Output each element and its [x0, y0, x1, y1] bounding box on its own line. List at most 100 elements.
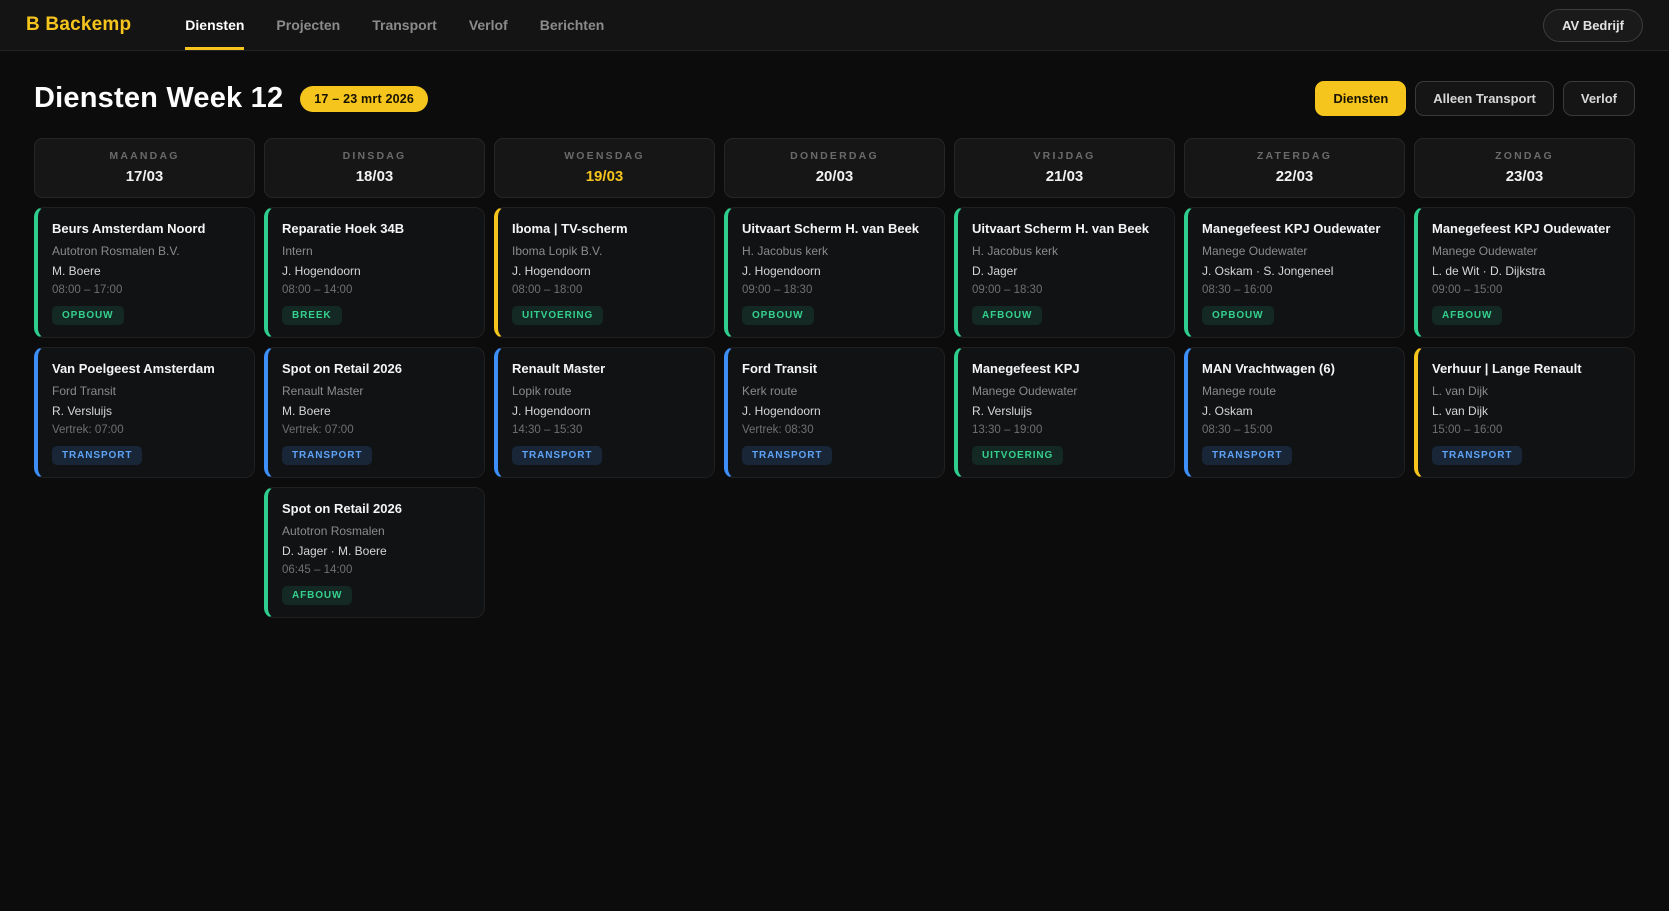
day-header-maandag: MAANDAG 17/03	[34, 138, 255, 198]
day-date-label: 22/03	[1189, 168, 1400, 185]
page-title: Diensten Week 12	[34, 82, 283, 115]
week-grid: MAANDAG 17/03 Beurs Amsterdam Noord Autotro…	[0, 138, 1669, 618]
event-subtitle: Renault Master	[282, 384, 470, 398]
day-header-zaterdag: ZATERDAG 22/03	[1184, 138, 1405, 198]
event-card[interactable]: Spot on Retail 2026 Renault Master M. Boer…	[264, 347, 485, 478]
day-header-donderdag: DONDERDAG 20/03	[724, 138, 945, 198]
day-date-label: 19/03	[499, 168, 710, 185]
event-person: D. Jager	[972, 264, 1160, 278]
event-person: J. Hogendoorn	[512, 264, 700, 278]
day-name-label: ZATERDAG	[1189, 150, 1400, 162]
event-time: 09:00 – 18:30	[742, 284, 930, 296]
event-time: 08:00 – 14:00	[282, 284, 470, 296]
event-title: Beurs Amsterdam Noord	[52, 222, 240, 237]
event-title: Uitvaart Scherm H. van Beek	[972, 222, 1160, 237]
event-person: D. Jager · M. Boere	[282, 544, 470, 558]
day-header-vrijdag: VRIJDAG21/03	[954, 138, 1175, 198]
event-card[interactable]: Iboma | TV-scherm Iboma Lopik B.V. J. Hoge…	[494, 207, 715, 338]
event-time: 08:00 – 18:00	[512, 284, 700, 296]
event-person: M. Boere	[52, 264, 240, 278]
event-card[interactable]: Spot on Retail 2026Autotron RosmalenD. J…	[264, 487, 485, 618]
event-title: Manegefeest KPJ Oudewater	[1202, 222, 1390, 237]
filter-button-verlof[interactable]: Verlof	[1563, 81, 1635, 116]
event-card[interactable]: Manegefeest KPJManege OudewaterR. Verslu…	[954, 347, 1175, 478]
event-card[interactable]: Ford TransitKerk routeJ. HogendoornVertr…	[724, 347, 945, 478]
day-name-label: VRIJDAG	[959, 150, 1170, 162]
event-status-badge: TRANSPORT	[282, 446, 372, 465]
event-status-badge: TRANSPORT	[1432, 446, 1522, 465]
event-person: J. Hogendoorn	[742, 404, 930, 418]
day-name-label: DONDERDAG	[729, 150, 940, 162]
event-card[interactable]: Manegefeest KPJ Oudewater Manege Oudewate…	[1414, 207, 1635, 338]
day-column-zondag: ZONDAG23/03Manegefeest KPJ OudewaterMane…	[1414, 138, 1635, 478]
event-time: 08:30 – 15:00	[1202, 424, 1390, 436]
day-date-label: 23/03	[1419, 168, 1630, 185]
event-person: R. Versluijs	[972, 404, 1160, 418]
day-column-zaterdag: ZATERDAG22/03Manegefeest KPJ OudewaterMa…	[1184, 138, 1405, 478]
event-person: L. van Dijk	[1432, 404, 1620, 418]
day-date-label: 17/03	[39, 168, 250, 185]
filter-button-alleen-transport[interactable]: Alleen Transport	[1415, 81, 1554, 116]
day-name-label: WOENSDAG	[499, 150, 710, 162]
event-time: 09:00 – 18:30	[972, 284, 1160, 296]
event-person: J. Oskam	[1202, 404, 1390, 418]
event-status-badge: BREEK	[282, 306, 342, 325]
event-subtitle: Iboma Lopik B.V.	[512, 244, 700, 258]
brand-logo[interactable]: B Backemp	[26, 14, 131, 36]
event-title: Uitvaart Scherm H. van Beek	[742, 222, 930, 237]
event-card[interactable]: Renault MasterLopik routeJ. Hogendoorn14…	[494, 347, 715, 478]
event-title: Ford Transit	[742, 362, 930, 377]
nav-item-verlof[interactable]: Verlof	[469, 0, 508, 50]
event-card[interactable]: Reparatie Hoek 34BInternJ. Hogendoorn08:…	[264, 207, 485, 338]
event-subtitle: Lopik route	[512, 384, 700, 398]
main-nav: Diensten Projecten Transport Verlof Berichte…	[185, 0, 1543, 50]
event-time: Vertrek: 07:00	[52, 424, 240, 436]
event-title: Iboma | TV-scherm	[512, 222, 700, 237]
filter-button-diensten[interactable]: Diensten	[1315, 81, 1406, 116]
event-card[interactable]: Van Poelgeest AmsterdamFord TransitR. Ve…	[34, 347, 255, 478]
day-header-woensdag: WOENSDAG 19/03	[494, 138, 715, 198]
nav-item-berichten[interactable]: Berichten	[540, 0, 605, 50]
nav-item-projecten[interactable]: Projecten	[276, 0, 340, 50]
account-button[interactable]: AV Bedrijf	[1543, 9, 1643, 42]
day-column-donderdag: DONDERDAG 20/03 Uitvaart Scherm H. van Bee…	[724, 138, 945, 478]
event-subtitle: Manege Oudewater	[972, 384, 1160, 398]
event-status-badge: TRANSPORT	[1202, 446, 1292, 465]
nav-item-transport[interactable]: Transport	[372, 0, 437, 50]
event-time: 08:30 – 16:00	[1202, 284, 1390, 296]
event-status-badge: AFBOUW	[972, 306, 1042, 325]
event-title: Spot on Retail 2026	[282, 362, 470, 377]
event-card[interactable]: MAN Vrachtwagen (6)Manege routeJ. Oskam0…	[1184, 347, 1405, 478]
event-title: Manegefeest KPJ Oudewater	[1432, 222, 1620, 237]
event-title: Reparatie Hoek 34B	[282, 222, 470, 237]
event-time: 15:00 – 16:00	[1432, 424, 1620, 436]
event-card[interactable]: Beurs Amsterdam Noord Autotron Rosmalen B…	[34, 207, 255, 338]
event-subtitle: Manege Oudewater	[1202, 244, 1390, 258]
day-column-dinsdag: DINSDAG18/03Reparatie Hoek 34BInternJ. H…	[264, 138, 485, 618]
event-subtitle: Autotron Rosmalen	[282, 524, 470, 538]
event-time: 09:00 – 15:00	[1432, 284, 1620, 296]
event-status-badge: OPBOUW	[742, 306, 814, 325]
day-date-label: 18/03	[269, 168, 480, 185]
event-subtitle: Autotron Rosmalen B.V.	[52, 244, 240, 258]
day-name-label: MAANDAG	[39, 150, 250, 162]
event-person: L. de Wit · D. Dijkstra	[1432, 264, 1620, 278]
event-time: 06:45 – 14:00	[282, 564, 470, 576]
nav-item-diensten[interactable]: Diensten	[185, 0, 244, 50]
event-subtitle: L. van Dijk	[1432, 384, 1620, 398]
view-filters: Diensten Alleen Transport Verlof	[1315, 81, 1635, 116]
page-header: Diensten Week 12 17 – 23 mrt 2026 Dienst…	[0, 51, 1669, 138]
top-bar: B Backemp Diensten Projecten Transport Verl…	[0, 0, 1669, 51]
event-card[interactable]: Manegefeest KPJ Oudewater Manege Oudewate…	[1184, 207, 1405, 338]
event-person: M. Boere	[282, 404, 470, 418]
event-status-badge: AFBOUW	[1432, 306, 1502, 325]
event-card[interactable]: Uitvaart Scherm H. van BeekH. Jacobus ke…	[724, 207, 945, 338]
day-date-label: 20/03	[729, 168, 940, 185]
event-status-badge: AFBOUW	[282, 586, 352, 605]
event-person: J. Hogendoorn	[512, 404, 700, 418]
event-subtitle: Manege Oudewater	[1432, 244, 1620, 258]
event-subtitle: Intern	[282, 244, 470, 258]
day-column-woensdag: WOENSDAG 19/03 Iboma | TV-scherm Iboma Lopi…	[494, 138, 715, 478]
event-card[interactable]: Uitvaart Scherm H. van BeekH. Jacobus ke…	[954, 207, 1175, 338]
event-card[interactable]: Verhuur | Lange RenaultL. van DijkL. van…	[1414, 347, 1635, 478]
